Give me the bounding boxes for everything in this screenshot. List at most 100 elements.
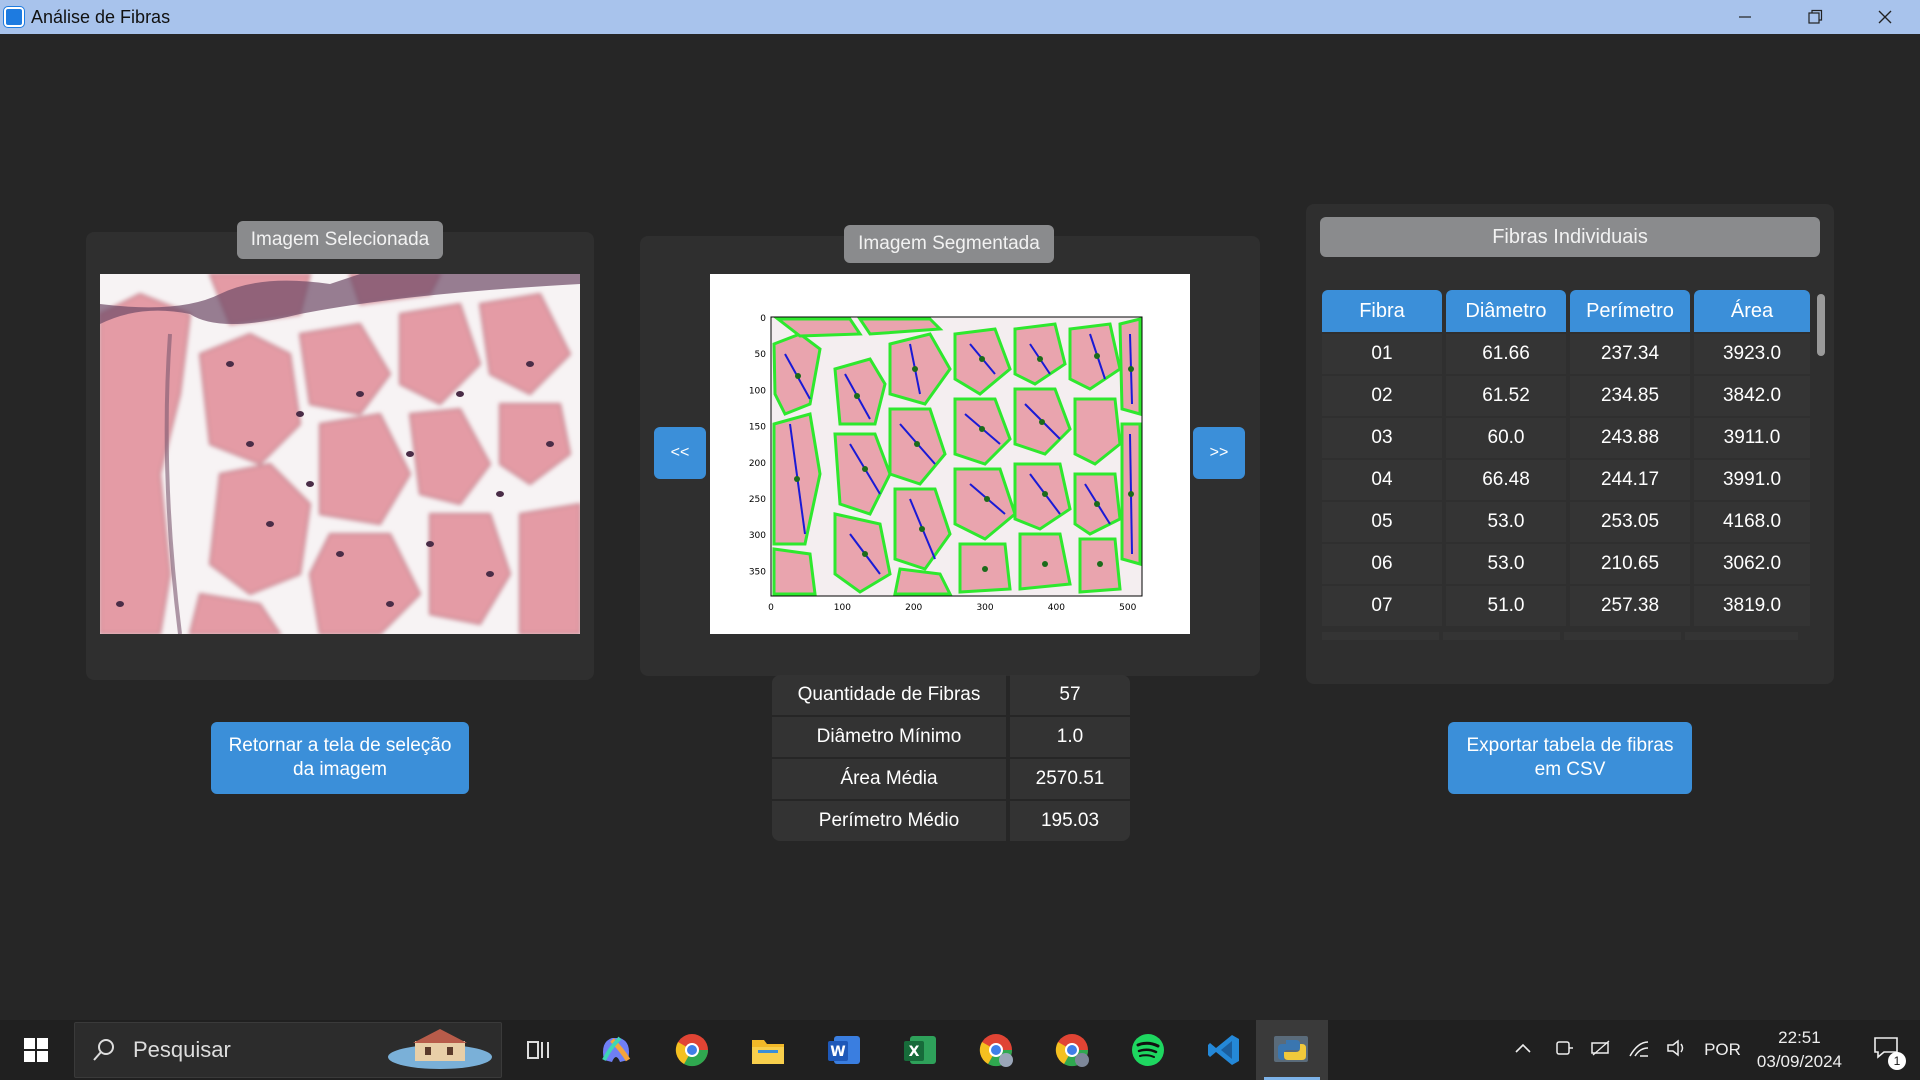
table-cell: 60.0 <box>1446 418 1566 458</box>
fibras-scrollbar[interactable] <box>1816 294 1826 630</box>
battery-icon[interactable] <box>1590 1038 1612 1063</box>
scrollbar-thumb[interactable] <box>1817 294 1825 356</box>
title-bar: Análise de Fibras <box>0 0 1920 34</box>
taskbar: Pesquisar W X POR 22:51 03/09/2024 1 <box>0 1020 1920 1080</box>
previous-image-button[interactable]: << <box>654 427 706 479</box>
stats-value: 195.03 <box>1010 801 1130 841</box>
vscode-icon[interactable] <box>1204 1030 1244 1070</box>
column-header-perimetro[interactable]: Perímetro <box>1570 290 1690 332</box>
close-button[interactable] <box>1850 0 1920 34</box>
volume-icon[interactable] <box>1666 1038 1688 1063</box>
excel-icon[interactable]: X <box>900 1030 940 1070</box>
stats-value: 57 <box>1010 675 1130 715</box>
table-cell: 4168.0 <box>1694 502 1810 542</box>
app-icon <box>4 7 24 27</box>
y-tick-label: 150 <box>749 423 766 433</box>
table-cell: 05 <box>1322 502 1442 542</box>
stats-row: Área Média 2570.51 <box>772 759 1130 799</box>
column-header-fibra[interactable]: Fibra <box>1322 290 1442 332</box>
stats-label: Área Média <box>772 759 1006 799</box>
selected-image-label: Imagem Selecionada <box>237 221 443 259</box>
spotify-icon[interactable] <box>1128 1030 1168 1070</box>
taskbar-search[interactable]: Pesquisar <box>74 1022 502 1078</box>
table-cell: 3923.0 <box>1694 334 1810 374</box>
table-row[interactable]: 03 60.0 243.88 3911.0 <box>1322 418 1810 458</box>
restore-button[interactable] <box>1780 0 1850 34</box>
task-view-icon[interactable] <box>520 1030 560 1070</box>
table-cell: 61.66 <box>1446 334 1566 374</box>
table-cell: 03 <box>1322 418 1442 458</box>
x-tick-label: 500 <box>1119 603 1136 613</box>
chrome-icon[interactable] <box>672 1030 712 1070</box>
python-icon <box>1272 1030 1312 1075</box>
table-row[interactable]: 04 66.48 244.17 3991.0 <box>1322 460 1810 500</box>
meet-now-icon[interactable] <box>1554 1038 1574 1063</box>
table-row[interactable]: 07 51.0 257.38 3819.0 <box>1322 586 1810 626</box>
clock[interactable]: 22:51 03/09/2024 <box>1757 1026 1842 1074</box>
show-hidden-icons-icon[interactable] <box>1514 1041 1532 1059</box>
column-header-diametro[interactable]: Diâmetro <box>1446 290 1566 332</box>
y-tick-label: 0 <box>760 314 766 324</box>
python-app-taskbar-item[interactable] <box>1256 1020 1328 1080</box>
restore-icon <box>1808 9 1823 24</box>
stats-value: 2570.51 <box>1010 759 1130 799</box>
x-tick-label: 0 <box>768 603 774 613</box>
table-cell: 53.0 <box>1446 544 1566 584</box>
segmented-image: 0 100 200 300 400 500 0 50 100 150 200 250 300 350 <box>710 274 1190 634</box>
stats-value: 1.0 <box>1010 717 1130 757</box>
table-cell: 01 <box>1322 334 1442 374</box>
table-cell: 3842.0 <box>1694 376 1810 416</box>
window-title: Análise de Fibras <box>31 6 171 27</box>
word-icon[interactable]: W <box>824 1030 864 1070</box>
y-tick-label: 200 <box>749 459 766 469</box>
system-tray: POR 22:51 03/09/2024 1 <box>1514 1020 1920 1080</box>
search-highlight-illustration <box>385 1027 495 1075</box>
table-row[interactable]: 02 61.52 234.85 3842.0 <box>1322 376 1810 416</box>
back-to-selection-button[interactable]: Retornar a tela de seleção da imagem <box>211 722 469 794</box>
language-indicator[interactable]: POR <box>1704 1040 1741 1060</box>
chrome-profile-icon[interactable] <box>976 1030 1016 1070</box>
table-row[interactable]: 05 53.0 253.05 4168.0 <box>1322 502 1810 542</box>
segmented-image-label: Imagem Segmentada <box>844 225 1054 263</box>
table-cell: 04 <box>1322 460 1442 500</box>
clock-date: 03/09/2024 <box>1756 1052 1842 1071</box>
file-explorer-icon[interactable] <box>748 1030 788 1070</box>
windows-icon <box>24 1038 48 1062</box>
column-header-area[interactable]: Área <box>1694 290 1810 332</box>
table-row[interactable]: 01 61.66 237.34 3923.0 <box>1322 334 1810 374</box>
minimize-button[interactable] <box>1710 0 1780 34</box>
copilot-icon[interactable] <box>596 1030 636 1070</box>
next-image-button[interactable]: >> <box>1193 427 1245 479</box>
table-cell: 3911.0 <box>1694 418 1810 458</box>
fibras-title: Fibras Individuais <box>1320 217 1820 257</box>
x-tick-label: 400 <box>1048 603 1065 613</box>
minimize-icon <box>1739 16 1751 18</box>
clock-time: 22:51 <box>1778 1028 1821 1047</box>
network-icon[interactable] <box>1628 1038 1650 1063</box>
selected-image <box>100 274 580 634</box>
stats-label: Perímetro Médio <box>772 801 1006 841</box>
table-cell: 237.34 <box>1570 334 1690 374</box>
export-csv-button[interactable]: Exportar tabela de fibras em CSV <box>1448 722 1692 794</box>
table-cell: 53.0 <box>1446 502 1566 542</box>
table-row[interactable]: 06 53.0 210.65 3062.0 <box>1322 544 1810 584</box>
table-cell: 51.0 <box>1446 586 1566 626</box>
table-cell: 234.85 <box>1570 376 1690 416</box>
fibras-partial-row <box>1322 632 1798 640</box>
x-tick-label: 100 <box>834 603 851 613</box>
table-cell: 257.38 <box>1570 586 1690 626</box>
notification-count-badge: 1 <box>1888 1051 1906 1070</box>
chrome-profile-m-icon[interactable] <box>1052 1030 1092 1070</box>
table-cell: 07 <box>1322 586 1442 626</box>
table-cell: 3991.0 <box>1694 460 1810 500</box>
table-cell: 244.17 <box>1570 460 1690 500</box>
table-cell: 61.52 <box>1446 376 1566 416</box>
start-button[interactable] <box>0 1020 72 1080</box>
notifications-button[interactable]: 1 <box>1872 1035 1906 1070</box>
table-cell: 06 <box>1322 544 1442 584</box>
search-placeholder: Pesquisar <box>133 1037 231 1062</box>
table-cell: 243.88 <box>1570 418 1690 458</box>
stats-label: Quantidade de Fibras <box>772 675 1006 715</box>
x-tick-label: 200 <box>905 603 922 613</box>
y-tick-label: 350 <box>749 567 766 577</box>
